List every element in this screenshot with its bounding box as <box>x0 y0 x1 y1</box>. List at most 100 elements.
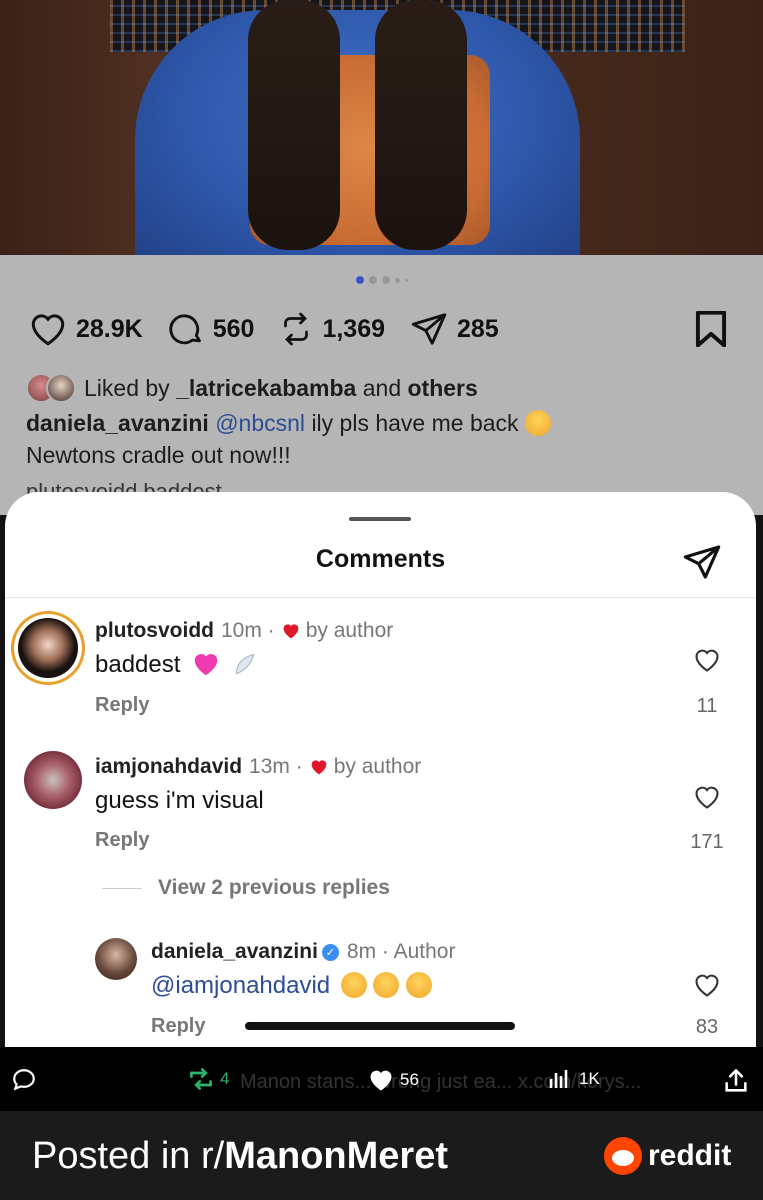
avatar[interactable] <box>95 938 137 980</box>
share-count: 285 <box>457 314 499 343</box>
heart-icon <box>283 624 299 639</box>
photo-hair-left <box>248 0 340 250</box>
liked-by-author-tag: by author <box>333 755 422 778</box>
carousel-dot <box>382 276 390 284</box>
repost-icon <box>284 312 309 346</box>
caption-text: ily pls have me back <box>311 410 519 436</box>
sheet-title: Comments <box>315 545 446 573</box>
comment-username[interactable]: daniela_avanzini <box>151 940 318 964</box>
comment-button[interactable]: 560 <box>167 310 255 348</box>
carousel-dot <box>405 278 408 282</box>
send-icon <box>683 545 721 579</box>
retweet-button[interactable]: 4 <box>186 1067 229 1091</box>
reddit-logo: reddit <box>604 1137 731 1175</box>
post-photo[interactable] <box>0 0 763 255</box>
snoo-icon <box>604 1137 642 1175</box>
comment-body: baddest <box>95 651 181 678</box>
brand-wordmark: reddit <box>648 1139 732 1172</box>
comment-time: 10m · <box>221 619 275 642</box>
comment-count: 560 <box>212 314 255 343</box>
avatar[interactable] <box>24 751 82 809</box>
comment-text: @iamjonahdavid <box>151 972 433 1000</box>
carousel-dot <box>395 277 400 283</box>
share-icon <box>725 1068 747 1092</box>
like-button[interactable]: 28.9K <box>28 311 143 347</box>
comments-sheet: Comments plutosvoidd 10m · by author bad… <box>5 492 756 1047</box>
comment-meta: iamjonahdavid 13m · by author <box>95 755 421 779</box>
share-button[interactable]: 285 <box>409 310 499 348</box>
posted-in-prefix: Posted in r/ <box>32 1135 225 1177</box>
divider <box>102 887 142 889</box>
share-button[interactable] <box>681 542 723 587</box>
heart-icon <box>31 314 65 346</box>
post-caption: daniela_avanzini @nbcsnl ily pls have me… <box>26 407 726 471</box>
carousel-dot-active <box>356 276 364 284</box>
view-previous-replies[interactable]: View 2 previous replies <box>102 876 390 900</box>
reply-button[interactable]: Reply <box>95 829 149 852</box>
posted-in-label: Posted in r/ManonMeret <box>32 1135 448 1178</box>
comment-text: baddest <box>95 650 258 679</box>
comment-username[interactable]: iamjonahdavid <box>95 755 242 779</box>
share-button[interactable] <box>722 1067 750 1095</box>
repost-count: 1,369 <box>322 314 385 343</box>
post-info: 28.9K 560 1,369 285 Liked by _latricekab… <box>0 255 763 515</box>
view-count: 1K <box>579 1069 600 1088</box>
like-count: 28.9K <box>76 314 143 343</box>
reply-button[interactable] <box>10 1067 38 1093</box>
crying-emoji-icon <box>340 972 367 998</box>
save-button[interactable] <box>694 310 728 352</box>
comment-text: guess i'm visual <box>95 787 264 814</box>
comment-username[interactable]: plutosvoidd <box>95 619 214 643</box>
caption-mention[interactable]: @nbcsnl <box>215 410 305 436</box>
crying-emoji-icon <box>406 972 433 998</box>
liked-by-others[interactable]: others <box>408 375 478 401</box>
repost-button[interactable]: 1,369 <box>278 310 385 348</box>
liked-by-and: and <box>362 374 402 401</box>
avatar[interactable] <box>18 618 78 678</box>
reply-button[interactable]: Reply <box>151 1015 205 1038</box>
retweet-icon <box>190 1068 212 1090</box>
home-indicator[interactable] <box>245 1022 515 1030</box>
views-button[interactable]: 1K <box>546 1067 600 1091</box>
like-button[interactable]: 56 <box>367 1067 419 1093</box>
reply-button[interactable]: Reply <box>95 694 149 717</box>
comment-icon <box>169 314 201 345</box>
caption-username[interactable]: daniela_avanzini <box>26 410 209 436</box>
drag-handle[interactable] <box>349 517 411 521</box>
like-count: 56 <box>400 1070 419 1089</box>
subreddit-name[interactable]: ManonMeret <box>224 1135 448 1177</box>
heart-icon[interactable] <box>693 647 721 673</box>
comment-time: 13m · <box>249 755 303 778</box>
caption-line2: Newtons cradle out now!!! <box>26 442 291 468</box>
liked-by-author-tag: by author <box>305 619 394 642</box>
liked-by-user[interactable]: _latricekabamba <box>176 375 356 401</box>
pink-heart-emoji-icon <box>194 654 218 676</box>
comment-time: 8m · Author <box>346 940 456 963</box>
post-actions: 28.9K 560 1,369 285 <box>28 310 523 348</box>
carousel-indicator <box>356 276 408 284</box>
crying-emoji-icon <box>373 972 400 998</box>
comment-mention[interactable]: @iamjonahdavid <box>151 972 330 999</box>
hand-over-mouth-emoji-icon <box>524 410 551 436</box>
send-icon <box>411 313 447 345</box>
photo-hair-right <box>375 0 467 250</box>
heart-icon[interactable] <box>693 972 721 998</box>
verified-badge-icon: ✓ <box>321 943 339 961</box>
comment-icon <box>13 1069 35 1091</box>
comment-like-count: 171 <box>690 831 724 853</box>
liked-by[interactable]: Liked by _latricekabamba and others <box>26 373 478 403</box>
heart-icon[interactable] <box>693 784 721 810</box>
bookmark-icon <box>695 310 727 348</box>
comment-meta: plutosvoidd 10m · by author <box>95 619 393 643</box>
heart-icon <box>311 760 327 775</box>
divider <box>5 597 756 598</box>
comment-like-count: 83 <box>695 1016 719 1038</box>
footer-banner: Posted in r/ManonMeret reddit <box>0 1111 763 1200</box>
comment-like-count: 11 <box>696 695 718 717</box>
avatar <box>46 373 76 403</box>
carousel-dot <box>369 276 377 284</box>
views-icon <box>549 1070 568 1088</box>
heart-icon <box>370 1070 392 1091</box>
view-previous-label: View 2 previous replies <box>158 876 390 899</box>
wing-emoji-icon <box>235 653 255 675</box>
